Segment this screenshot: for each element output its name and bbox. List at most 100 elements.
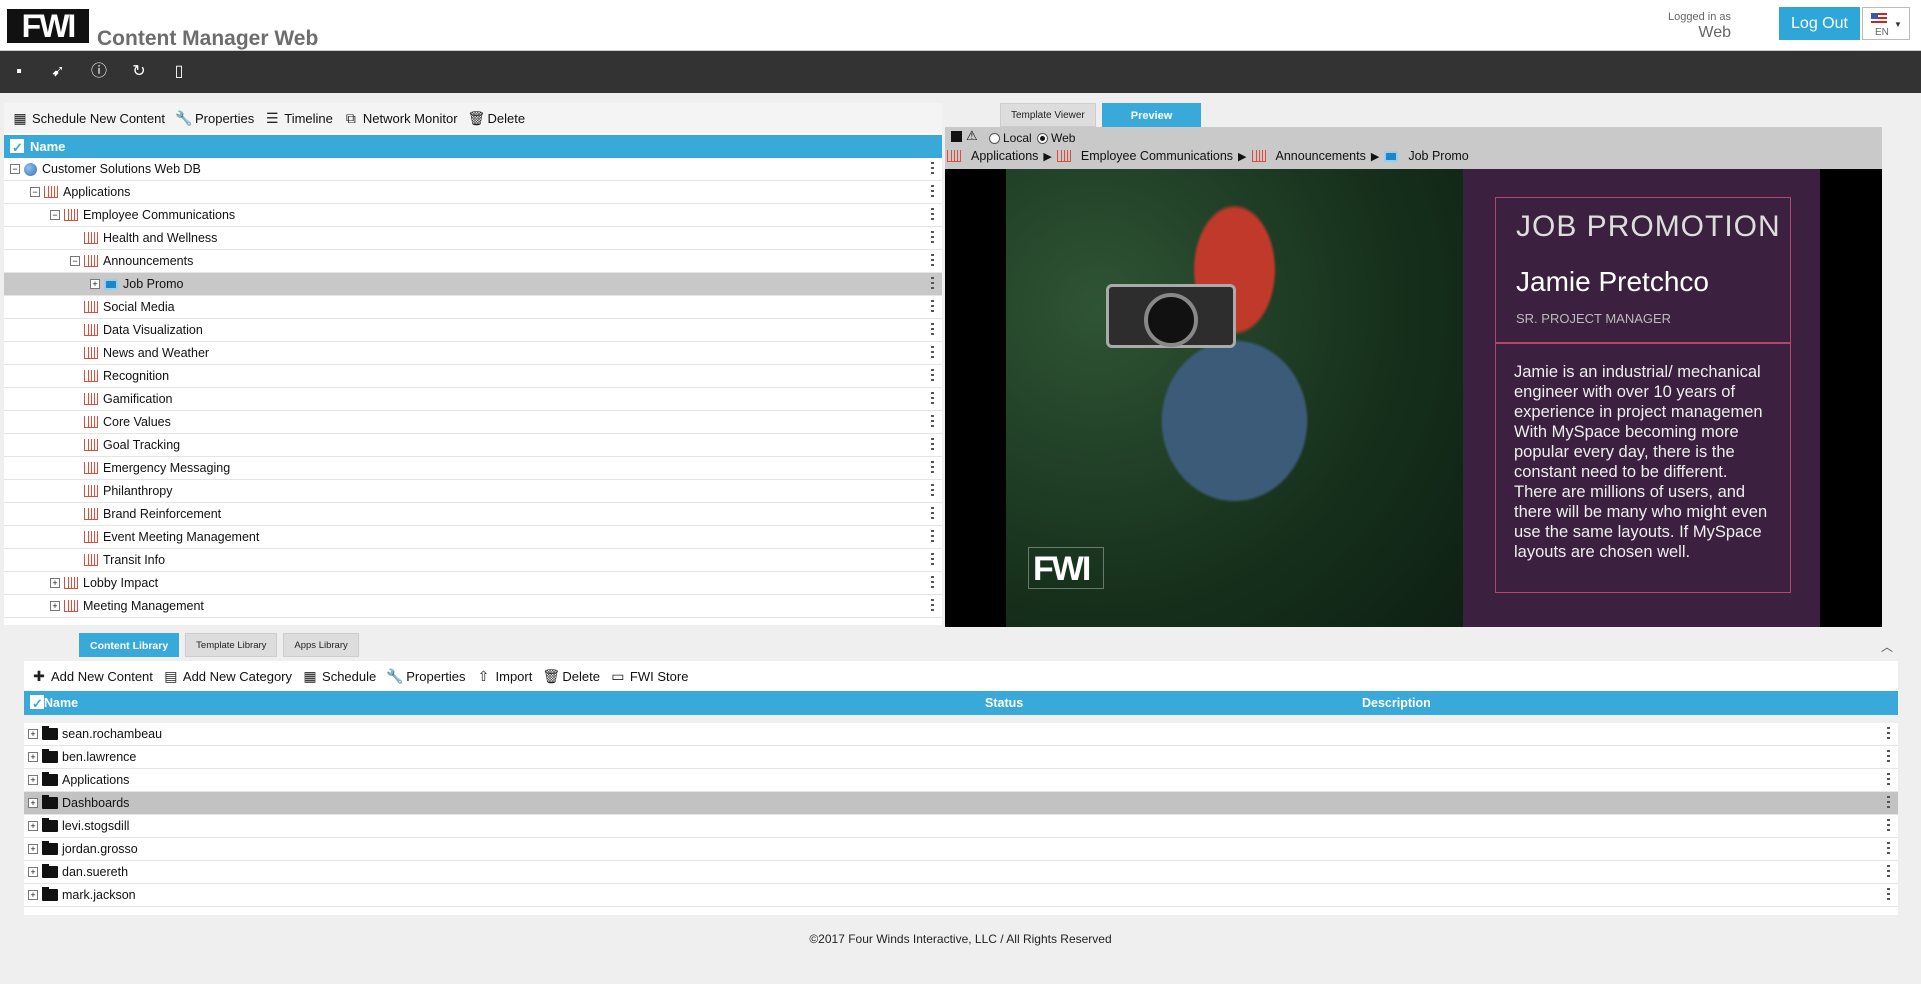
warning-icon[interactable]: ⚠	[966, 128, 978, 144]
timeline-button[interactable]: ☰ Timeline	[264, 110, 333, 127]
tree-row[interactable]: − Announcements	[4, 250, 942, 273]
row-menu-icon[interactable]	[931, 277, 934, 291]
description-column-header[interactable]: Description	[1362, 691, 1431, 715]
radio-local-button[interactable]	[989, 132, 1000, 144]
row-menu-icon[interactable]	[931, 208, 934, 222]
row-menu-icon[interactable]	[931, 300, 934, 314]
import-button[interactable]: ⇧ Import	[476, 668, 533, 685]
tree-row[interactable]: − Applications	[4, 181, 942, 204]
name-column-header[interactable]: Name	[44, 691, 78, 715]
row-menu-icon[interactable]	[931, 231, 934, 245]
tree-row[interactable]: Data Visualization	[4, 319, 942, 342]
row-menu-icon[interactable]	[931, 507, 934, 521]
expand-icon[interactable]: +	[28, 729, 38, 739]
device-icon[interactable]: ▯	[169, 62, 189, 82]
row-menu-icon[interactable]	[931, 185, 934, 199]
tab-preview[interactable]: Preview	[1101, 103, 1202, 127]
library-row[interactable]: + mark.jackson	[24, 884, 1898, 907]
collapse-toggle-icon[interactable]: −	[30, 187, 40, 197]
tab-template-library[interactable]: Template Library	[185, 633, 278, 657]
library-properties-button[interactable]: 🔧 Properties	[386, 668, 465, 685]
row-menu-icon[interactable]	[931, 346, 934, 360]
logout-button[interactable]: Log Out	[1779, 7, 1860, 40]
library-row[interactable]: + Applications	[24, 769, 1898, 792]
add-new-content-button[interactable]: ✚ Add New Content	[31, 668, 153, 685]
fwi-store-button[interactable]: ▭ FWI Store	[610, 668, 688, 685]
tree-row[interactable]: Transit Info	[4, 549, 942, 572]
row-menu-icon[interactable]	[1887, 773, 1890, 787]
library-row[interactable]: + jordan.grosso	[24, 838, 1898, 861]
expand-icon[interactable]: +	[28, 821, 38, 831]
row-menu-icon[interactable]	[931, 438, 934, 452]
row-menu-icon[interactable]	[1887, 796, 1890, 810]
row-menu-icon[interactable]	[1887, 819, 1890, 833]
tree-row[interactable]: Goal Tracking	[4, 434, 942, 457]
language-selector[interactable]: EN ▼	[1862, 7, 1910, 40]
tree-row[interactable]: + Job Promo	[4, 273, 942, 296]
breadcrumb-item[interactable]: Employee Communications	[1081, 149, 1233, 163]
select-all-checkbox[interactable]	[10, 136, 24, 159]
row-menu-icon[interactable]	[931, 415, 934, 429]
tree-row[interactable]: Recognition	[4, 365, 942, 388]
collapse-toggle-icon[interactable]: −	[70, 256, 80, 266]
library-row[interactable]: + levi.stogsdill	[24, 815, 1898, 838]
library-select-all-checkbox[interactable]	[30, 692, 44, 716]
library-delete-button[interactable]: 🗑 Delete	[542, 668, 600, 685]
library-row[interactable]: + sean.rochambeau	[24, 723, 1898, 746]
row-menu-icon[interactable]	[931, 484, 934, 498]
library-row[interactable]: + ben.lawrence	[24, 746, 1898, 769]
status-column-header[interactable]: Status	[985, 691, 1023, 715]
name-column-header[interactable]: Name	[30, 139, 65, 154]
row-menu-icon[interactable]	[931, 530, 934, 544]
radio-web-button[interactable]	[1037, 132, 1048, 144]
radio-local[interactable]: Local	[989, 131, 1032, 145]
expand-icon[interactable]: +	[28, 752, 38, 762]
network-monitor-button[interactable]: ⧉ Network Monitor	[343, 110, 458, 127]
tree-row[interactable]: Philanthropy	[4, 480, 942, 503]
tree-row[interactable]: Event Meeting Management	[4, 526, 942, 549]
row-menu-icon[interactable]	[931, 254, 934, 268]
tree-row[interactable]: Gamification	[4, 388, 942, 411]
row-menu-icon[interactable]	[931, 392, 934, 406]
rocket-icon[interactable]: ➹	[48, 62, 68, 82]
breadcrumb-item[interactable]: Announcements	[1276, 149, 1366, 163]
row-menu-icon[interactable]	[931, 553, 934, 567]
row-menu-icon[interactable]	[1887, 865, 1890, 879]
delete-button[interactable]: 🗑 Delete	[468, 110, 526, 127]
row-menu-icon[interactable]	[931, 576, 934, 590]
row-menu-icon[interactable]	[931, 162, 934, 176]
radio-web[interactable]: Web	[1037, 131, 1075, 145]
tree-row[interactable]: Health and Wellness	[4, 227, 942, 250]
row-menu-icon[interactable]	[1887, 842, 1890, 856]
collapse-toggle-icon[interactable]: −	[50, 210, 60, 220]
row-menu-icon[interactable]	[1887, 750, 1890, 764]
tab-apps-library[interactable]: Apps Library	[283, 633, 359, 657]
library-row[interactable]: + dan.suereth	[24, 861, 1898, 884]
tree-row[interactable]: Emergency Messaging	[4, 457, 942, 480]
expand-icon[interactable]: +	[50, 601, 60, 611]
row-menu-icon[interactable]	[1887, 727, 1890, 741]
expand-icon[interactable]: +	[28, 867, 38, 877]
add-new-category-button[interactable]: ▤ Add New Category	[163, 668, 292, 685]
tree-row[interactable]: News and Weather	[4, 342, 942, 365]
schedule-new-content-button[interactable]: ▦ Schedule New Content	[12, 110, 165, 127]
save-icon[interactable]: ▪	[9, 62, 29, 82]
tree-row[interactable]: Social Media	[4, 296, 942, 319]
collapse-toggle-icon[interactable]: −	[10, 164, 20, 174]
expand-icon[interactable]: +	[28, 890, 38, 900]
tree-row[interactable]: Core Values	[4, 411, 942, 434]
info-icon[interactable]: ⓘ	[89, 62, 109, 82]
tree-row[interactable]: − Customer Solutions Web DB	[4, 158, 942, 181]
row-menu-icon[interactable]	[1887, 888, 1890, 902]
tree-row[interactable]: Brand Reinforcement	[4, 503, 942, 526]
breadcrumb-item[interactable]: Applications	[971, 149, 1038, 163]
expand-icon[interactable]: +	[28, 775, 38, 785]
tab-template-viewer[interactable]: Template Viewer	[1000, 103, 1096, 127]
schedule-button[interactable]: ▦ Schedule	[302, 668, 376, 685]
breadcrumb-item[interactable]: Job Promo	[1408, 149, 1468, 163]
row-menu-icon[interactable]	[931, 323, 934, 337]
library-row[interactable]: + Dashboards	[24, 792, 1898, 815]
stop-icon[interactable]	[951, 131, 962, 142]
row-menu-icon[interactable]	[931, 599, 934, 613]
expand-icon[interactable]: +	[50, 578, 60, 588]
